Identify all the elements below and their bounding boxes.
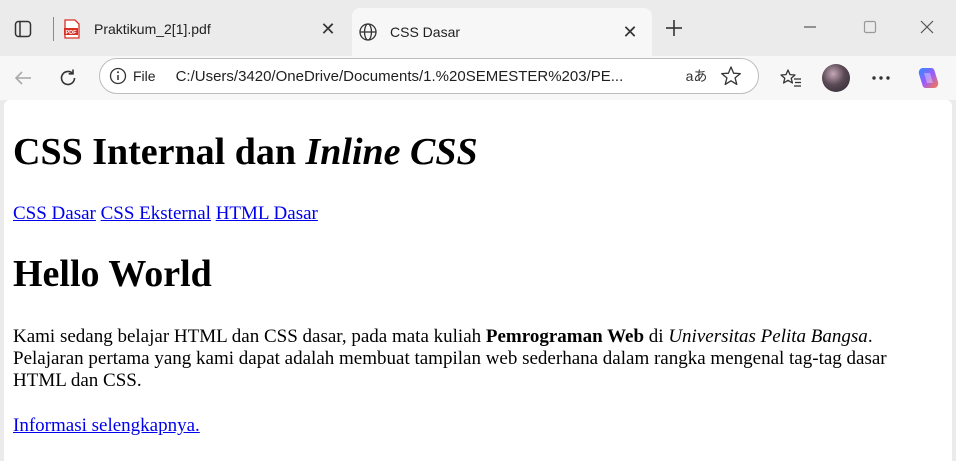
tab-separator bbox=[53, 17, 54, 41]
site-info-label[interactable]: File bbox=[133, 68, 156, 84]
link-css-eksternal[interactable]: CSS Eksternal bbox=[101, 203, 211, 224]
close-window-icon[interactable] bbox=[912, 12, 942, 42]
profile-avatar[interactable] bbox=[820, 62, 852, 94]
avatar bbox=[822, 64, 850, 92]
info-icon[interactable] bbox=[109, 67, 127, 85]
favorite-star-icon[interactable] bbox=[718, 63, 744, 89]
tab-actions-icon[interactable] bbox=[8, 14, 38, 44]
intro-paragraph: Kami sedang belajar HTML dan CSS dasar, … bbox=[13, 326, 943, 392]
page-heading: CSS Internal dan Inline CSS bbox=[13, 130, 478, 174]
close-tab-icon[interactable]: ✕ bbox=[316, 17, 340, 41]
url-text[interactable]: C:/Users/3420/OneDrive/Documents/1.%20SE… bbox=[176, 68, 674, 85]
link-html-dasar[interactable]: HTML Dasar bbox=[216, 203, 318, 224]
address-bar[interactable]: File C:/Users/3420/OneDrive/Documents/1.… bbox=[99, 58, 759, 94]
heading-italic-text: Inline CSS bbox=[305, 131, 478, 173]
back-arrow-icon[interactable] bbox=[7, 62, 39, 94]
refresh-icon[interactable] bbox=[52, 62, 84, 94]
svg-text:PDF: PDF bbox=[66, 30, 78, 36]
pdf-icon: PDF bbox=[62, 19, 82, 39]
close-tab-icon[interactable]: ✕ bbox=[618, 20, 642, 44]
tab-css-dasar[interactable]: CSS Dasar ✕ bbox=[352, 8, 652, 56]
link-css-dasar[interactable]: CSS Dasar bbox=[13, 203, 96, 224]
paragraph-text: Kami sedang belajar HTML dan CSS dasar, … bbox=[13, 326, 486, 347]
tab-pdf[interactable]: PDF Praktikum_2[1].pdf ✕ bbox=[56, 10, 350, 48]
paragraph-text: di bbox=[644, 326, 669, 347]
tab-title: CSS Dasar bbox=[390, 24, 461, 40]
toolbar: File C:/Users/3420/OneDrive/Documents/1.… bbox=[0, 56, 956, 100]
paragraph-bold-text: Pemrograman Web bbox=[485, 326, 645, 347]
paragraph-italic-text: Universitas Pelita Bangsa bbox=[668, 326, 868, 347]
maximize-icon[interactable] bbox=[855, 12, 885, 42]
hello-heading: Hello World bbox=[13, 253, 212, 295]
nav-links: CSS Dasar CSS Eksternal HTML Dasar bbox=[13, 203, 318, 225]
web-page: CSS Internal dan Inline CSS CSS Dasar CS… bbox=[4, 100, 952, 461]
copilot-icon[interactable] bbox=[912, 62, 944, 94]
heading-text: CSS Internal dan bbox=[13, 131, 306, 173]
favorites-icon[interactable] bbox=[775, 62, 807, 94]
globe-icon bbox=[358, 22, 378, 42]
new-tab-icon[interactable] bbox=[660, 14, 688, 42]
more-options-icon[interactable] bbox=[865, 62, 897, 94]
more-info-link[interactable]: Informasi selengkapnya. bbox=[13, 415, 200, 437]
tab-bar: PDF Praktikum_2[1].pdf ✕ CSS Dasar ✕ bbox=[0, 0, 956, 56]
read-aloud-icon[interactable]: aあ bbox=[686, 66, 710, 86]
tab-title: Praktikum_2[1].pdf bbox=[94, 21, 211, 37]
minimize-icon[interactable] bbox=[795, 12, 825, 42]
